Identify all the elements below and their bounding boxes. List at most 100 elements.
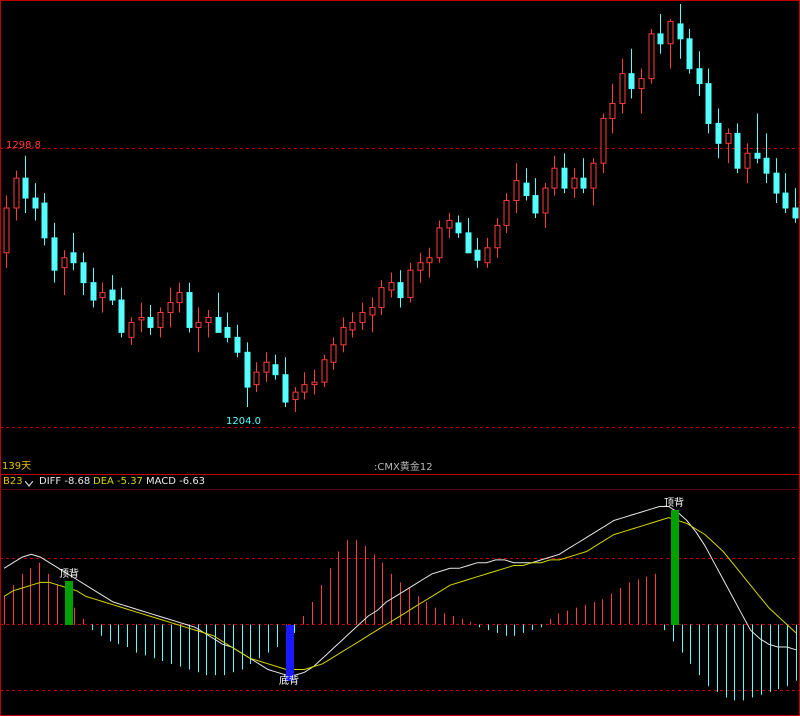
candle-body xyxy=(600,117,607,164)
candle xyxy=(763,133,770,184)
candle-body xyxy=(513,180,520,202)
candle-body xyxy=(609,103,616,119)
candle-body xyxy=(99,292,106,299)
chevron-down-icon[interactable] xyxy=(24,479,34,487)
candle-body xyxy=(773,172,780,194)
candle xyxy=(388,272,395,298)
candle-body xyxy=(311,381,318,386)
candle xyxy=(484,237,491,268)
dea-label: DEA xyxy=(93,476,114,487)
candle xyxy=(282,357,289,408)
candle xyxy=(744,143,751,184)
candle xyxy=(3,195,10,268)
candle-body xyxy=(195,321,202,328)
candle-body xyxy=(51,237,58,271)
macd-readout: MACD -6.63 xyxy=(146,476,205,488)
candle-body xyxy=(215,316,222,333)
candle-body xyxy=(118,299,125,333)
candle xyxy=(532,178,539,218)
candle-body xyxy=(340,326,347,346)
candle xyxy=(253,362,260,393)
candle-body xyxy=(138,316,145,321)
indicator-selector[interactable]: B23 xyxy=(3,476,34,488)
candle-body xyxy=(388,282,395,291)
candle xyxy=(186,282,193,333)
period-label: 139天 xyxy=(2,461,32,472)
candle-body xyxy=(90,282,97,301)
candle-body xyxy=(417,262,424,271)
candle xyxy=(215,292,222,333)
price-low-label: 1204.0 xyxy=(226,416,261,427)
candle xyxy=(696,51,703,97)
candle xyxy=(561,153,568,194)
dea-value: -5.37 xyxy=(117,476,143,487)
diff-label: DIFF xyxy=(39,476,62,487)
candle-body xyxy=(109,289,116,301)
candle-body xyxy=(359,311,366,323)
candle-body xyxy=(523,182,530,197)
candle-body xyxy=(80,262,87,284)
macd-panel[interactable] xyxy=(0,506,800,701)
candle xyxy=(600,113,607,174)
signal-bar-top-2 xyxy=(671,510,679,625)
candle-body xyxy=(696,68,703,85)
candle-body xyxy=(667,20,674,45)
candle-body xyxy=(782,192,789,209)
candle-body xyxy=(734,132,741,169)
candle-body xyxy=(282,374,289,403)
candle-body xyxy=(484,247,491,264)
candle xyxy=(263,352,270,383)
candle-body xyxy=(465,232,472,254)
candle xyxy=(234,324,241,358)
candle xyxy=(80,252,87,296)
candle-body xyxy=(571,177,578,189)
candle-body xyxy=(677,23,684,40)
candle-body xyxy=(551,167,558,189)
candle xyxy=(436,220,443,263)
candle xyxy=(349,312,356,338)
candle-body xyxy=(648,33,655,80)
candle xyxy=(397,270,404,308)
candle xyxy=(407,262,414,303)
candle xyxy=(272,354,279,380)
candle-body xyxy=(397,282,404,299)
candle xyxy=(61,250,68,296)
candle-body xyxy=(715,122,722,144)
candle-body xyxy=(263,361,270,373)
candle xyxy=(638,68,645,114)
candle-body xyxy=(503,200,510,226)
candle-body xyxy=(70,252,77,264)
candle-body xyxy=(186,292,193,328)
candle xyxy=(773,158,780,204)
candle xyxy=(657,13,664,54)
price-high-label: 1298.8 xyxy=(6,140,41,151)
candle xyxy=(503,193,510,233)
candle-body xyxy=(147,316,154,328)
candle xyxy=(628,48,635,99)
candle-body xyxy=(580,177,587,189)
candle xyxy=(417,252,424,283)
candle-body xyxy=(792,207,799,219)
candle xyxy=(311,369,318,395)
candle-body xyxy=(638,78,645,90)
candle xyxy=(205,310,212,338)
candle xyxy=(609,83,616,134)
candle-body xyxy=(22,177,29,199)
candle xyxy=(90,267,97,308)
candle-body xyxy=(436,227,443,259)
candle-body xyxy=(494,224,501,249)
candle-body xyxy=(272,364,279,376)
candle xyxy=(22,155,29,213)
candle xyxy=(465,217,472,254)
signal-bar-bottom xyxy=(286,625,294,681)
candle-body xyxy=(474,249,481,261)
candle-body xyxy=(321,359,328,383)
candle-body xyxy=(176,292,183,304)
candle xyxy=(99,282,106,313)
diff-value: -8.68 xyxy=(64,476,91,487)
candle xyxy=(667,18,674,69)
candle-body xyxy=(542,187,549,214)
candle-body xyxy=(763,157,770,174)
candle-body xyxy=(628,73,635,90)
price-panel[interactable] xyxy=(0,4,800,428)
